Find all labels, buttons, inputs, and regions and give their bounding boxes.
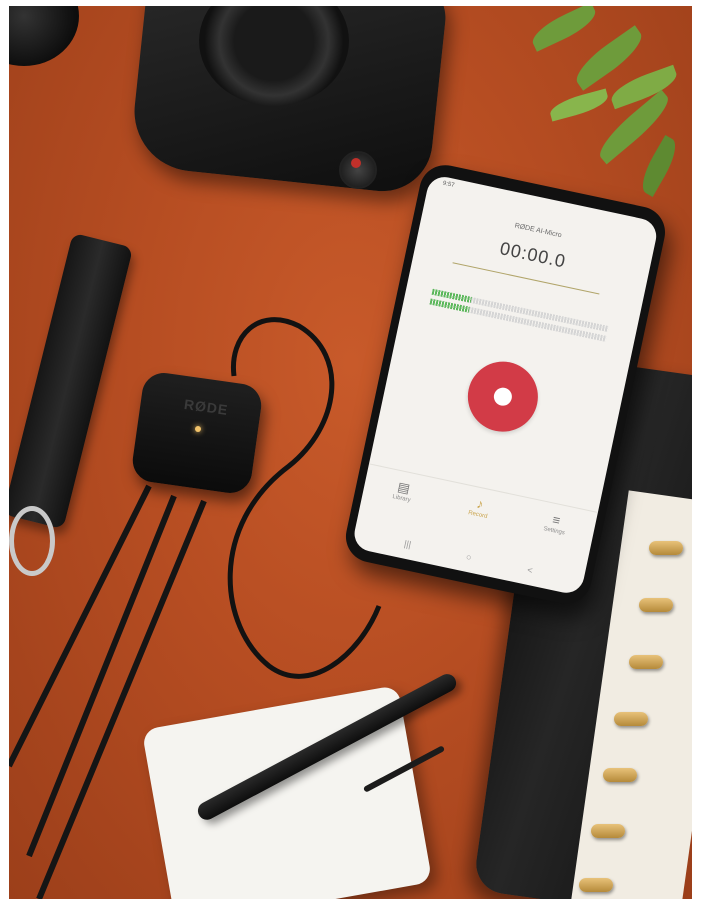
photo: RØDE 9:57 RØDE AI-Micro 00:00.0 ▤ Librar…	[9, 6, 692, 899]
nav-record[interactable]: ♪ Record	[439, 488, 520, 526]
status-led	[195, 426, 201, 432]
status-time: 9:57	[442, 180, 455, 189]
nav-library[interactable]: ▤ Library	[363, 472, 444, 510]
audio-interface-icon	[129, 370, 265, 496]
nav-settings[interactable]: ≡ Settings	[515, 505, 596, 543]
